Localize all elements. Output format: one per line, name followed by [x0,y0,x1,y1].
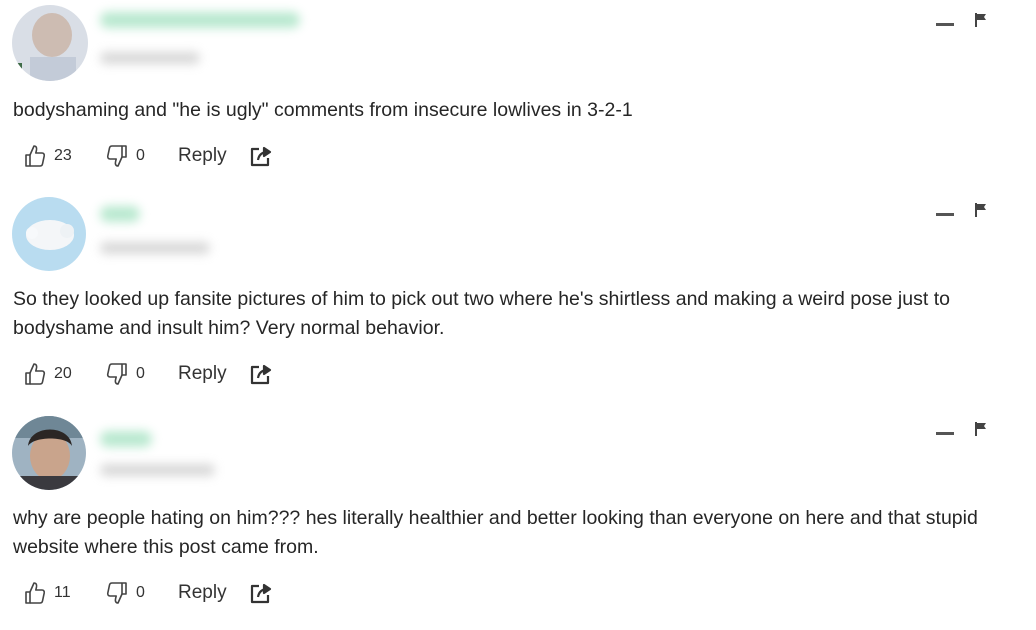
avatar[interactable] [12,197,86,271]
share-button[interactable] [250,359,274,389]
like-button[interactable]: 11 [24,578,71,608]
minus-icon[interactable] [936,20,954,26]
timestamp-redacted [100,464,215,476]
thumbs-down-icon [106,363,127,385]
comment-text: why are people hating on him??? hes lite… [13,507,978,558]
reply-button[interactable]: Reply [178,359,227,389]
username-redacted [100,206,140,222]
comment-actions: 20 0 Reply [0,359,400,389]
username-redacted [100,12,300,28]
comment-actions: 11 0 Reply [0,578,400,608]
timestamp-redacted [100,242,210,254]
comment-item: So they looked up fansite pictures of hi… [0,190,1036,405]
reply-label: Reply [178,145,227,166]
thumbs-down-icon [106,582,127,604]
reply-label: Reply [178,582,227,603]
avatar[interactable] [12,5,88,81]
like-button[interactable]: 20 [24,359,72,389]
dislike-button[interactable]: 0 [106,359,145,389]
share-button[interactable] [250,141,274,171]
like-count: 11 [54,584,71,601]
minus-icon[interactable] [936,429,954,435]
dislike-button[interactable]: 0 [106,578,145,608]
comment-text: So they looked up fansite pictures of hi… [13,288,950,339]
comment-item: bodyshaming and "he is ugly" comments fr… [0,0,1036,190]
timestamp-redacted [100,52,200,64]
share-icon [250,364,272,385]
share-button[interactable] [250,578,274,608]
comment-actions: 23 0 Reply [0,141,400,171]
reply-label: Reply [178,363,227,384]
comment-text: bodyshaming and "he is ugly" comments fr… [13,99,633,121]
username-redacted [100,431,152,447]
flag-icon[interactable] [974,421,988,437]
dislike-count: 0 [136,365,145,382]
like-count: 20 [54,365,72,382]
dislike-count: 0 [136,584,145,601]
avatar[interactable] [12,416,86,490]
reply-button[interactable]: Reply [178,578,227,608]
thumbs-up-icon [25,145,46,167]
dislike-count: 0 [136,147,145,164]
thumbs-up-icon [25,582,46,604]
like-button[interactable]: 23 [24,141,72,171]
flag-icon[interactable] [974,202,988,218]
flag-icon[interactable] [974,12,988,28]
like-count: 23 [54,147,72,164]
share-icon [250,146,272,167]
share-icon [250,583,272,604]
reply-button[interactable]: Reply [178,141,227,171]
dislike-button[interactable]: 0 [106,141,145,171]
comment-item: why are people hating on him??? hes lite… [0,409,1036,630]
thumbs-down-icon [106,145,127,167]
thumbs-up-icon [25,363,46,385]
minus-icon[interactable] [936,210,954,216]
